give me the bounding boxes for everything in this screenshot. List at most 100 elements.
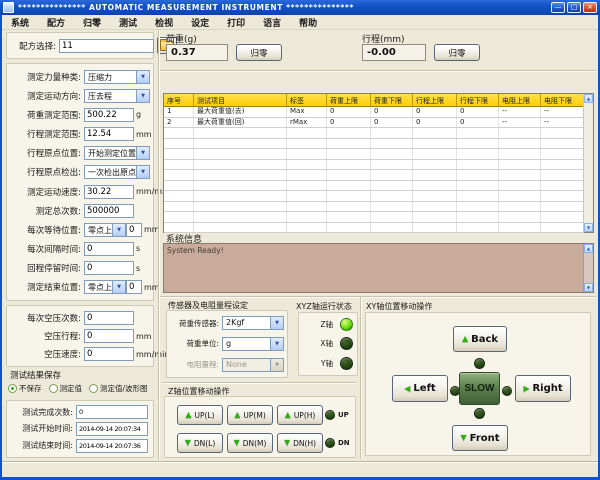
cell-test-item [194,191,287,201]
left-button[interactable]: ◀ Left [392,375,448,402]
menu-item[interactable]: 归零 [74,16,110,29]
interval-time-input[interactable] [84,241,134,256]
save-option-none[interactable]: 不保存 [8,383,42,394]
z-up-low-button[interactable]: ▲ UP(L) [177,405,223,425]
start-time-input[interactable] [76,421,148,436]
radio-icon[interactable] [89,384,98,393]
system-message-log[interactable]: System Ready! ▲ ▼ [163,243,594,293]
cell-res-upper [499,191,541,201]
stroke-zero-button[interactable]: 归零 [434,44,480,61]
param-row: 测试完成次数: [9,405,151,420]
z-up-high-button[interactable]: ▲ UP(H) [277,405,323,425]
app-icon [3,2,14,13]
cell-load-lower: 0 [371,117,413,127]
save-option-values-waveform[interactable]: 测定值/波形图 [89,383,148,394]
maximize-button[interactable]: □ [567,2,581,13]
minimize-button[interactable]: — [551,2,565,13]
right-button[interactable]: ▶ Right [515,375,571,402]
radio-icon[interactable] [8,384,17,393]
z-up-led [325,410,335,420]
table-row[interactable] [164,170,584,181]
table-row[interactable] [164,128,584,139]
stroke-origin-position-select[interactable]: 开始测定位置 ▼ [84,146,150,161]
cell-index: 1 [164,107,194,117]
cell-stroke-lower [457,149,499,159]
menu-item[interactable]: 测试 [110,16,146,29]
menu-item[interactable]: 设定 [182,16,218,29]
force-type-select[interactable]: 压缩力 ▼ [84,69,150,84]
menu-item[interactable]: 语言 [254,16,290,29]
cell-res-upper [499,170,541,180]
scroll-up-icon[interactable]: ▲ [584,244,593,253]
front-button[interactable]: ▼ Front [452,425,508,451]
air-press-count-input[interactable] [84,311,134,325]
column-header: 荷重下限 [371,94,413,106]
scroll-down-icon[interactable]: ▼ [584,223,593,232]
end-time-input[interactable] [76,438,148,453]
return-dwell-time-input[interactable] [84,261,134,276]
z-down-mid-button[interactable]: ▼ DN(M) [227,433,273,453]
menu-item[interactable]: 配方 [38,16,74,29]
table-row[interactable] [164,138,584,149]
z-down-low-button[interactable]: ▼ DN(L) [177,433,223,453]
end-position-select[interactable]: 零点上方 ▼ [84,280,126,295]
scroll-up-icon[interactable]: ▲ [584,94,593,103]
wait-position-select[interactable]: 零点上方 ▼ [84,222,126,237]
table-row[interactable]: 2 最大荷重值(回) rMax 0 0 0 0 -- -- [164,117,584,128]
z-down-high-button[interactable]: ▼ DN(H) [277,433,323,453]
unit-label: g [136,110,142,120]
air-press-stroke-input[interactable] [84,329,134,343]
table-row[interactable] [164,222,584,233]
message-scrollbar[interactable]: ▲ ▼ [583,244,593,292]
cell-tag [287,212,327,222]
stroke-origin-detect-select[interactable]: 一次检出原点 ▼ [84,165,150,180]
menu-item[interactable]: 检视 [146,16,182,29]
cell-index [164,149,194,159]
wait-position-offset-input[interactable] [126,222,142,237]
recipe-input[interactable] [59,38,154,53]
axis-label: Y轴 [320,358,333,368]
table-row[interactable] [164,201,584,212]
save-result-title: 测试结果保存 [10,371,62,381]
close-button[interactable]: × [583,2,597,13]
xyz-status-title: XYZ轴运行状态 [296,302,352,311]
back-button[interactable]: ▲ Back [453,326,507,352]
air-press-speed-input[interactable] [84,347,134,361]
motion-speed-input[interactable] [84,184,134,199]
z-down-led [325,438,335,448]
end-position-offset-input[interactable] [126,280,142,295]
menu-item[interactable]: 打印 [218,16,254,29]
motion-direction-select[interactable]: 压去程 ▼ [84,88,150,103]
scroll-down-icon[interactable]: ▼ [584,283,593,292]
table-row[interactable] [164,191,584,202]
load-unit-select[interactable]: g ▼ [222,336,284,351]
menu-item[interactable]: 系统 [2,16,38,29]
load-range-input[interactable] [84,107,134,122]
table-row[interactable] [164,159,584,170]
cell-tag [287,222,327,232]
cell-test-item: 最大荷重值(回) [194,117,287,127]
z-up-mid-button[interactable]: ▲ UP(M) [227,405,273,425]
table-row[interactable]: 1 最大荷重值(去) Max 0 0 0 0 -- -- [164,107,584,118]
test-times-group: 测试完成次数: 测试开始时间: 测试结束时间: [6,400,154,458]
radio-icon[interactable] [48,384,58,393]
column-header: 电阻上限 [499,94,541,106]
select-value: 压去程 [88,91,112,101]
load-zero-button[interactable]: 归零 [236,44,282,61]
load-cell-select[interactable]: 2Kgf ▼ [222,316,284,331]
table-scrollbar[interactable]: ▲ ▼ [583,94,593,232]
title-bar[interactable]: *************** AUTOMATIC MEASUREMENT IN… [0,0,600,15]
chevron-down-icon: ▼ [136,166,149,179]
menu-item[interactable]: 帮助 [290,16,326,29]
table-row[interactable] [164,149,584,160]
xy-jog-group: ▲ Back ◀ Left SLOW ▶ Right ▼ Front [365,312,591,456]
table-row[interactable] [164,180,584,191]
table-row[interactable] [164,212,584,223]
stroke-range-input[interactable] [84,127,134,142]
save-option-values[interactable]: 测定值 [48,383,82,394]
chevron-down-icon: ▼ [112,223,125,236]
cell-res-lower: -- [541,117,584,127]
slow-button[interactable]: SLOW [459,372,500,405]
total-count-input[interactable] [84,203,134,218]
completed-count-input[interactable] [76,405,148,420]
